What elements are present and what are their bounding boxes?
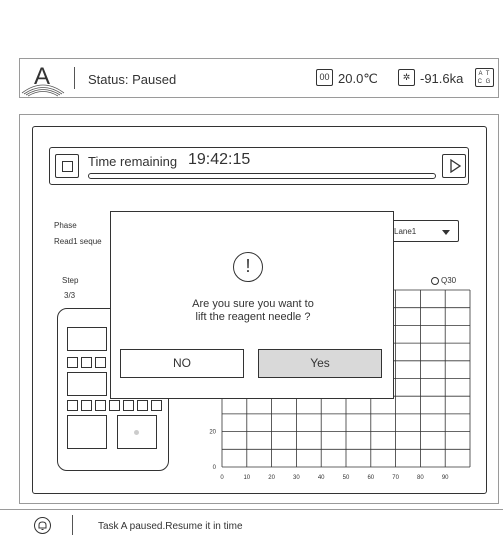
flowcell-slot [67, 415, 107, 449]
chart-x-tick-label: 80 [417, 475, 424, 481]
status-header: A Status: Paused 00 20.0℃ ✲ -91.6ka A T … [19, 58, 499, 98]
flowcell-cell [123, 400, 134, 411]
confirm-dialog: ! Are you sure you want to lift the reag… [110, 211, 394, 399]
q30-radio[interactable] [431, 277, 439, 285]
chart-x-tick-label: 30 [293, 475, 300, 481]
lane-select[interactable]: Lane1 [389, 220, 459, 242]
flowcell-cell [67, 400, 78, 411]
thermometer-icon: 00 [316, 69, 333, 86]
time-remaining-label: Time remaining [88, 154, 178, 169]
dialog-message-line2: lift the reagent needle ? [195, 311, 311, 323]
flowcell-cell [81, 400, 92, 411]
bell-icon[interactable] [34, 517, 51, 534]
bell-glyph-icon [38, 521, 47, 530]
chart-x-tick-label: 50 [343, 475, 350, 481]
chart-x-tick-label: 10 [243, 475, 250, 481]
chart-x-tick-label: 60 [367, 475, 374, 481]
play-button[interactable] [442, 154, 466, 178]
atcg-icon[interactable]: A T C G [475, 68, 494, 87]
flowcell-cell [151, 400, 162, 411]
footer-divider-line [0, 509, 503, 510]
flowcell-cell [67, 357, 78, 368]
atcg-line1: A T [478, 71, 491, 77]
flowcell-dot [134, 430, 139, 435]
no-button[interactable]: NO [120, 349, 244, 378]
lane-select-value: Lane1 [394, 227, 417, 236]
flowcell-cell [109, 400, 120, 411]
status-text: Status: Paused [88, 72, 177, 87]
time-progress-bar [88, 173, 436, 179]
footer-divider [72, 515, 73, 535]
flowcell-cell [95, 400, 106, 411]
step-label: Step [62, 276, 79, 285]
chart-y-tick-label: 0 [213, 465, 217, 471]
time-remaining-value: 19:42:15 [188, 151, 251, 168]
temperature-value: 20.0℃ [338, 71, 378, 86]
chart-x-ticks: 0 10 20 30 40 50 60 70 80 90 [220, 475, 449, 481]
phase-value: Read1 seque [54, 237, 102, 246]
flowcell-cell [95, 357, 106, 368]
chart-y-tick-label: 20 [209, 430, 216, 436]
flowcell-slot [67, 327, 107, 351]
time-remaining-box: Time remaining 19:42:15 [49, 147, 469, 185]
chart-x-tick-label: 40 [318, 475, 325, 481]
flowcell-slot [117, 415, 157, 449]
flowcell-cell [137, 400, 148, 411]
flowcell-slot [67, 372, 107, 396]
chart-x-tick-label: 70 [392, 475, 399, 481]
flowcell-cell [81, 357, 92, 368]
step-value: 3/3 [64, 291, 76, 300]
q30-label: Q30 [441, 276, 457, 285]
stop-button[interactable] [55, 154, 79, 178]
dialog-message-line1: Are you sure you want to [192, 298, 314, 310]
notification-text: Task A paused.Resume it in time [98, 521, 243, 532]
dialog-message: Are you sure you want to lift the reagen… [131, 298, 375, 324]
header-divider [74, 67, 75, 89]
yes-button[interactable]: Yes [258, 349, 382, 378]
pressure-value: -91.6ka [420, 71, 464, 86]
chart-x-tick-label: 0 [220, 475, 224, 481]
logo-letter: A [34, 63, 51, 90]
logo: A [21, 63, 65, 97]
chevron-down-icon [442, 230, 450, 235]
chart-x-tick-label: 20 [268, 475, 275, 481]
warning-icon: ! [233, 252, 263, 282]
chart-x-tick-label: 90 [442, 475, 449, 481]
phase-label: Phase [54, 221, 77, 230]
chart-y-ticks: 02040 [209, 394, 216, 471]
atcg-line2: C G [477, 79, 492, 85]
pressure-icon: ✲ [398, 69, 415, 86]
play-icon [450, 159, 461, 173]
